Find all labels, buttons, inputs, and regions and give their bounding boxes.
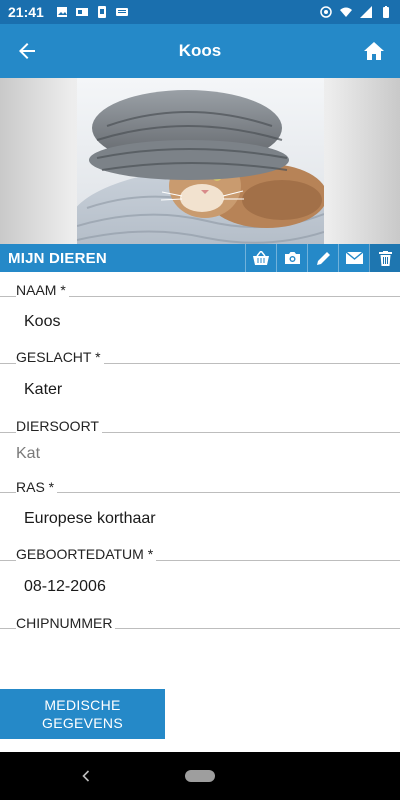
diersoort-value: Kat <box>16 445 41 462</box>
photo-area <box>0 78 400 244</box>
image-icon <box>56 7 67 17</box>
diersoort-label: DIERSOORT <box>16 418 102 434</box>
signal-icon <box>360 6 372 18</box>
medical-data-label-line1: MEDISCHE <box>44 697 121 713</box>
home-icon <box>364 42 384 60</box>
geboortedatum-field[interactable]: 08-12-2006 <box>24 578 106 596</box>
system-back-button[interactable] <box>78 766 94 786</box>
basket-icon <box>253 251 269 265</box>
home-button[interactable] <box>358 35 390 67</box>
chipnummer-label: CHIPNUMMER <box>16 615 116 631</box>
geboortedatum-label: GEBOORTEDATUM * <box>16 546 157 562</box>
delete-button[interactable] <box>369 244 400 272</box>
field-divider <box>0 492 400 493</box>
notification-icons <box>56 6 128 18</box>
trash-icon <box>378 250 392 266</box>
pet-photo[interactable] <box>77 78 324 244</box>
medical-data-button[interactable]: MEDISCHE GEGEVENS <box>0 689 165 739</box>
system-nav-bar <box>0 752 400 800</box>
page-title: Koos <box>178 41 222 60</box>
section-actions <box>245 244 400 272</box>
system-home-pill[interactable] <box>185 770 215 782</box>
back-button[interactable] <box>12 36 42 66</box>
ras-field[interactable]: Europese korthaar <box>24 510 156 528</box>
medical-data-label-line2: GEGEVENS <box>42 715 123 731</box>
basket-button[interactable] <box>245 244 276 272</box>
mail-button[interactable] <box>338 244 369 272</box>
status-bar: 21:41 <box>0 0 400 24</box>
app-bar: Koos <box>0 24 400 78</box>
ras-label: RAS * <box>16 479 58 495</box>
wifi-icon <box>340 7 352 17</box>
section-title: MIJN DIEREN <box>8 249 107 267</box>
outlook-icon <box>75 8 88 16</box>
naam-label: NAAM * <box>16 282 69 298</box>
section-header: MIJN DIEREN <box>0 244 400 272</box>
camera-icon <box>284 252 300 264</box>
arrow-left-icon <box>19 43 35 59</box>
geslacht-label: GESLACHT * <box>16 349 104 365</box>
cat-in-hat-image <box>77 78 324 244</box>
system-icons <box>320 6 392 18</box>
status-time: 21:41 <box>8 4 44 20</box>
edit-button[interactable] <box>307 244 338 272</box>
medical-data-label: MEDISCHE GEGEVENS <box>42 696 123 732</box>
battery-icon <box>383 6 389 18</box>
chevron-left-icon <box>82 770 90 782</box>
sim-icon <box>97 6 106 18</box>
geslacht-field[interactable]: Kater <box>24 381 62 399</box>
card-icon <box>115 8 128 16</box>
camera-button[interactable] <box>276 244 307 272</box>
sync-icon <box>320 6 332 18</box>
naam-field[interactable]: Koos <box>24 313 60 331</box>
pencil-icon <box>316 251 330 265</box>
envelope-icon <box>345 252 363 264</box>
